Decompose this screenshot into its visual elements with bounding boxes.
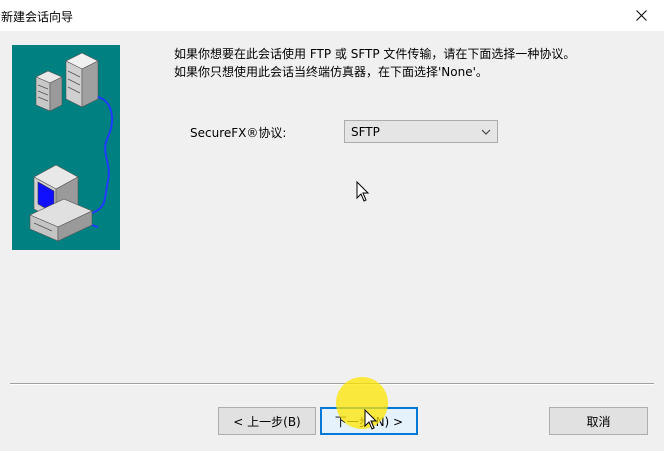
server-icon <box>35 52 99 112</box>
protocol-select[interactable]: SFTP <box>344 120 498 143</box>
description: 如果你想要在此会话使用 FTP 或 SFTP 文件传输，请在下面选择一种协议。 … <box>174 45 654 81</box>
click-highlight <box>336 377 388 429</box>
title-bar: 新建会话向导 <box>0 0 664 31</box>
close-icon <box>635 10 647 21</box>
divider <box>10 383 654 385</box>
chevron-down-icon <box>481 129 491 135</box>
close-button[interactable] <box>618 0 664 31</box>
wizard-body: 如果你想要在此会话使用 FTP 或 SFTP 文件传输，请在下面选择一种协议。 … <box>0 31 664 451</box>
computer-icon <box>29 164 93 242</box>
mouse-pointer-icon <box>364 409 378 430</box>
network-illustration <box>12 45 120 250</box>
mouse-cursor-icon <box>356 181 370 202</box>
description-line-1: 如果你想要在此会话使用 FTP 或 SFTP 文件传输，请在下面选择一种协议。 <box>174 47 576 61</box>
back-button[interactable]: < 上一步(B) <box>218 407 316 435</box>
protocol-select-value: SFTP <box>351 125 380 139</box>
description-line-2: 如果你只想使用此会话当终端仿真器，在下面选择'None'。 <box>174 65 488 79</box>
window-title: 新建会话向导 <box>1 10 74 24</box>
cancel-button[interactable]: 取消 <box>549 407 648 435</box>
network-cable <box>86 96 114 228</box>
protocol-label: SecureFX®协议: <box>190 126 287 140</box>
